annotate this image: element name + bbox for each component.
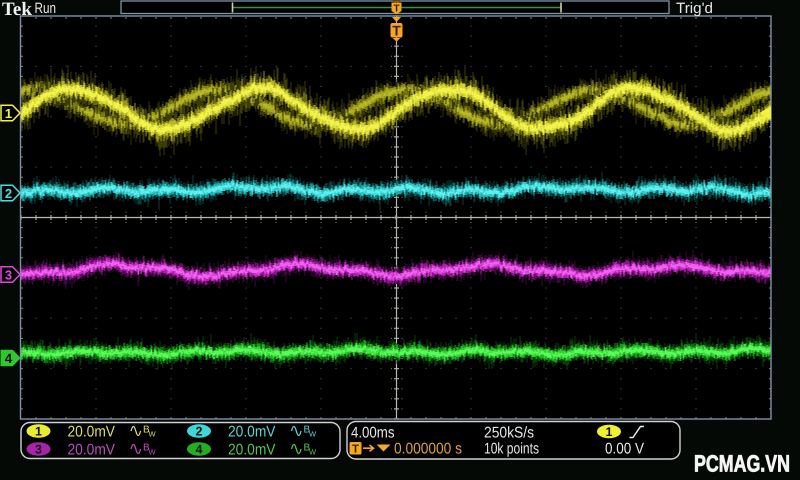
svg-text:3: 3 (35, 443, 42, 457)
svg-text:20.0mV: 20.0mV (68, 424, 116, 441)
svg-text:W: W (149, 448, 157, 457)
svg-text:20.0mV: 20.0mV (228, 442, 276, 459)
svg-text:Trig'd: Trig'd (676, 0, 713, 17)
svg-text:T: T (393, 4, 399, 15)
svg-text:W: W (149, 430, 157, 439)
svg-text:20.0mV: 20.0mV (228, 424, 276, 441)
svg-text:W: W (309, 430, 317, 439)
svg-text:PCMAG.VN: PCMAG.VN (694, 451, 790, 477)
svg-text:2: 2 (5, 186, 12, 201)
svg-text:0.000000 s: 0.000000 s (394, 441, 462, 458)
svg-text:4.00ms: 4.00ms (351, 425, 395, 442)
svg-text:4: 4 (196, 443, 203, 457)
svg-text:T: T (352, 444, 359, 456)
svg-text:W: W (309, 448, 317, 457)
svg-text:2: 2 (196, 425, 203, 439)
svg-text:Tek: Tek (2, 0, 32, 20)
svg-text:4: 4 (5, 351, 13, 366)
svg-text:3: 3 (5, 267, 12, 282)
svg-text:20.0mV: 20.0mV (68, 442, 116, 459)
svg-text:0.00 V: 0.00 V (605, 441, 645, 458)
svg-text:250kS/s: 250kS/s (484, 425, 534, 442)
svg-text:T: T (392, 23, 401, 39)
svg-text:1: 1 (5, 106, 12, 121)
svg-text:1: 1 (35, 425, 42, 439)
svg-text:Run: Run (35, 0, 57, 17)
svg-text:1: 1 (606, 425, 613, 439)
svg-text:10k points: 10k points (484, 441, 539, 458)
